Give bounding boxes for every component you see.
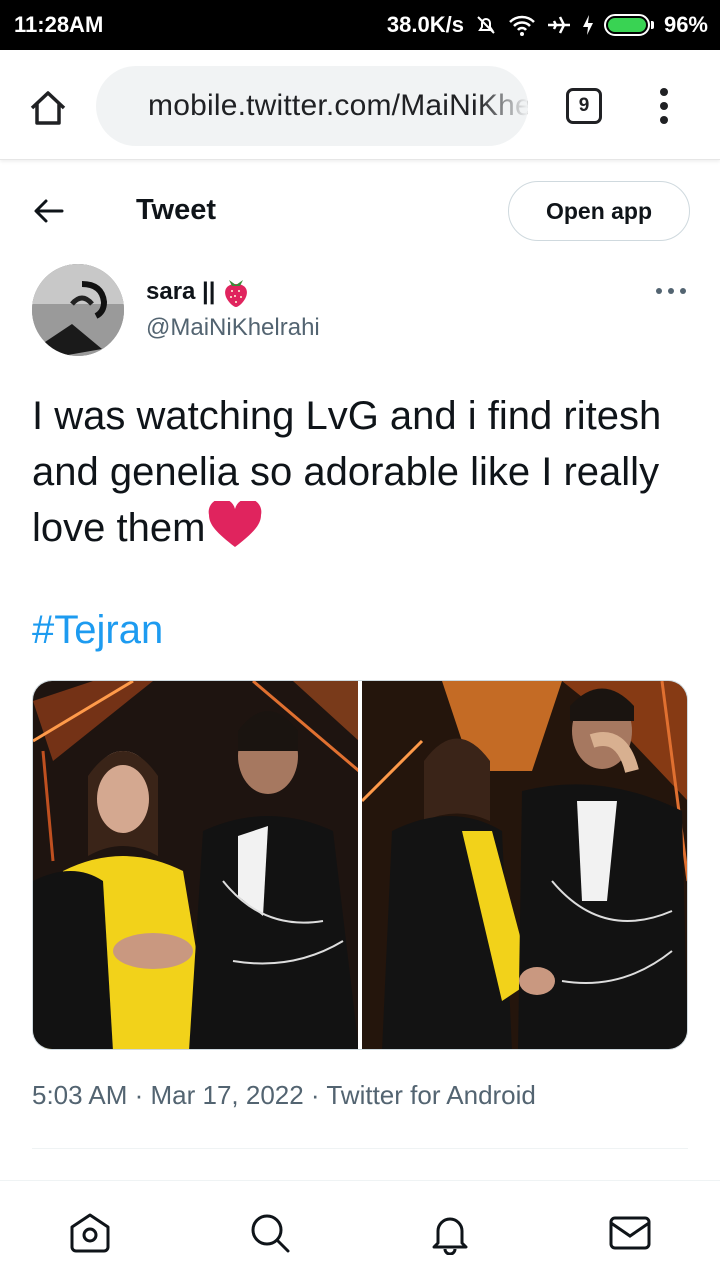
hashtag-link[interactable]: #Tejran (32, 602, 163, 658)
tweet-text-content: I was watching LvG and i find ritesh and… (32, 394, 662, 550)
charging-icon (582, 15, 593, 35)
status-time: 11:28AM (14, 12, 104, 37)
home-nav-icon[interactable] (68, 1211, 112, 1255)
browser-menu-button[interactable] (650, 86, 678, 126)
bell-icon[interactable] (428, 1211, 472, 1255)
tweet-photo-1[interactable] (33, 681, 358, 1049)
page-title: Tweet (136, 194, 217, 226)
tweet-header: Tweet Open app (0, 172, 720, 252)
author-name[interactable]: sara || (146, 276, 251, 308)
airplane-icon (547, 16, 570, 34)
status-indicators: 38.0K/s 96% (387, 12, 708, 38)
author-handle[interactable]: @MaiNiKhelrahi (146, 314, 320, 342)
url-text: mobile.twitter.com/MaiNiKhelrahi/status (148, 89, 528, 122)
battery-icon (603, 14, 654, 36)
bottom-nav (0, 1180, 720, 1280)
status-bar: 11:28AM 38.0K/s 96% (0, 0, 720, 50)
tweet-media[interactable] (32, 680, 688, 1050)
tab-switcher-button[interactable]: 9 (566, 88, 602, 124)
network-speed: 38.0K/s (386, 12, 464, 37)
avatar[interactable] (32, 264, 124, 356)
tweet-meta: 5:03 AM · Mar 17, 2022 · Twitter for And… (32, 1080, 536, 1110)
tweet-photo-2[interactable] (362, 681, 687, 1049)
home-icon[interactable] (26, 86, 70, 130)
heart-emoji (209, 498, 262, 547)
wifi-icon (509, 15, 535, 36)
battery-percent: 96% (663, 12, 708, 37)
browser-toolbar: mobile.twitter.com/MaiNiKhelrahi/status … (0, 50, 720, 160)
mute-icon (477, 16, 495, 34)
open-app-button[interactable]: Open app (508, 181, 690, 241)
more-icon[interactable] (656, 286, 686, 296)
strawberry-emoji (225, 280, 248, 307)
mail-icon[interactable] (608, 1211, 652, 1255)
back-arrow-icon[interactable] (32, 194, 66, 228)
author-name-text: sara || (146, 278, 216, 305)
search-icon[interactable] (248, 1211, 292, 1255)
tweet-text: I was watching LvG and i find ritesh and… (32, 388, 692, 556)
url-bar[interactable]: mobile.twitter.com/MaiNiKhelrahi/status (96, 66, 528, 146)
divider (32, 1148, 688, 1149)
